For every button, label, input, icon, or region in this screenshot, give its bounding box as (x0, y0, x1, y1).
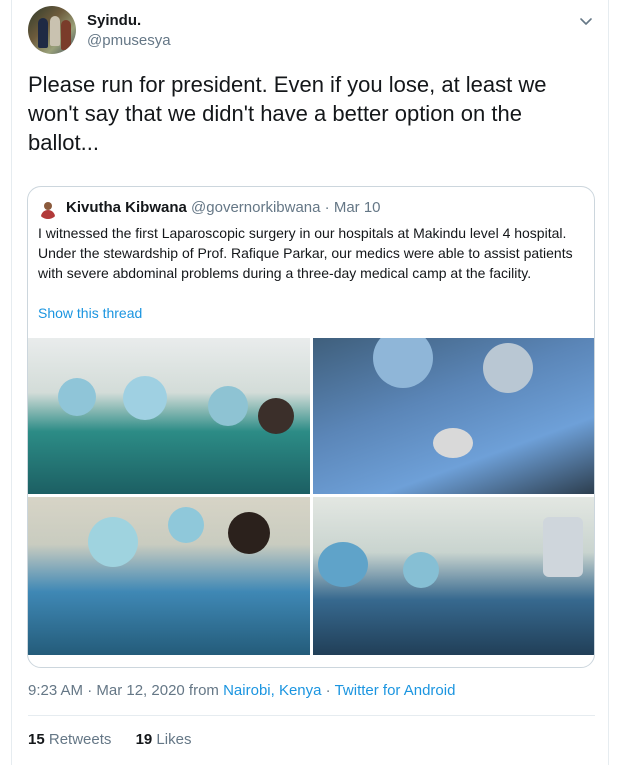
tweet-source-link[interactable]: Twitter for Android (335, 682, 456, 699)
author-name[interactable]: Syindu. (87, 12, 141, 29)
quoted-tweet[interactable]: Kivutha Kibwana @governorkibwana · Mar 1… (27, 186, 595, 668)
tweet-timestamp[interactable]: 9:23 AM · Mar 12, 2020 from (28, 682, 219, 699)
operating-theatre-photo[interactable] (313, 497, 594, 655)
tweet-text: Please run for president. Even if you lo… (28, 72, 547, 155)
quoted-author-handle: @governorkibwana (191, 199, 321, 216)
tweet-meta: 9:23 AM · Mar 12, 2020 from Nairobi, Ken… (28, 682, 455, 699)
nurse-scrubbing-photo[interactable] (28, 497, 310, 655)
author-avatar[interactable] (28, 6, 76, 54)
likes-count: 19 (135, 731, 153, 748)
surgery-team-photo[interactable] (28, 338, 310, 494)
retweets-count: 15 (28, 731, 45, 748)
author-handle[interactable]: @pmusesya (87, 32, 171, 49)
quoted-tweet-date: · Mar 10 (324, 199, 381, 216)
tweet-stats: 15 Retweets 19 Likes (28, 731, 211, 748)
quoted-tweet-text: I witnessed the first Laparoscopic surge… (38, 225, 573, 281)
tweet-location-link[interactable]: Nairobi, Kenya (223, 682, 321, 699)
retweets-stat[interactable]: 15 Retweets (28, 731, 111, 748)
surgeons-operating-photo[interactable] (313, 338, 594, 494)
likes-stat[interactable]: 19 Likes (136, 731, 192, 748)
retweets-label: Retweets (48, 731, 112, 748)
show-thread-link[interactable]: Show this thread (38, 305, 142, 321)
likes-label: Likes (156, 731, 192, 748)
divider (28, 715, 595, 716)
quoted-author-avatar (38, 199, 58, 219)
quoted-tweet-header: Kivutha Kibwana @governorkibwana · Mar 1… (66, 199, 381, 216)
meta-separator: · (325, 682, 331, 699)
quoted-author-name: Kivutha Kibwana (66, 199, 187, 216)
chevron-down-icon[interactable] (577, 12, 595, 30)
